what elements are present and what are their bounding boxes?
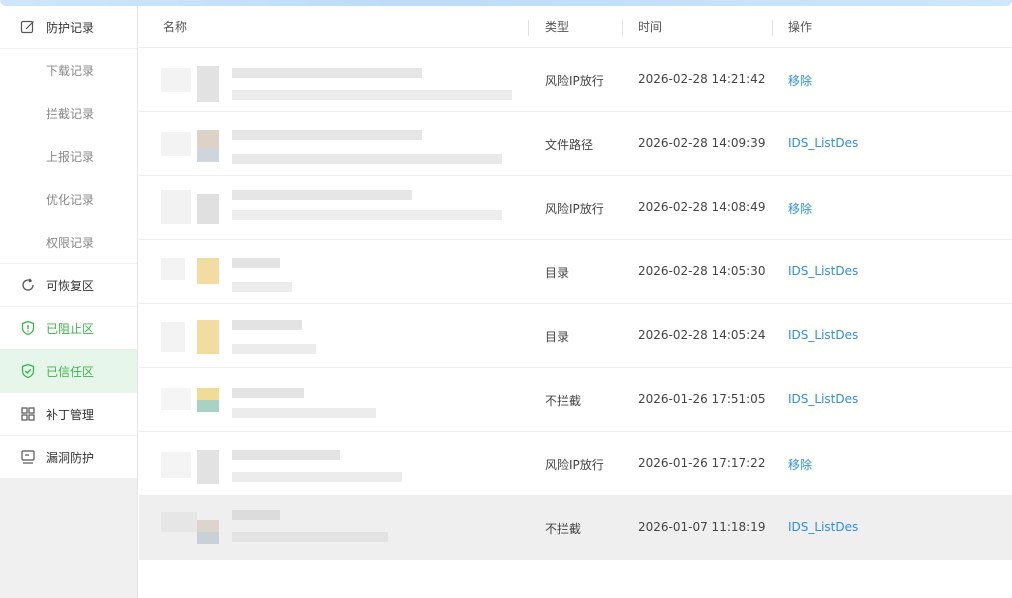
sidebar-item-label: 漏洞防护 bbox=[46, 450, 95, 465]
sidebar-list: 防护记录 下载记录 拦截记录 上报记录 优化记录 权限记录 可恢复区 已阻止区 bbox=[0, 6, 137, 479]
sidebar: 防护记录 下载记录 拦截记录 上报记录 优化记录 权限记录 可恢复区 已阻止区 bbox=[0, 6, 138, 598]
redacted-name-cell bbox=[139, 176, 527, 240]
table-row[interactable]: 目录 2026-02-28 14:05:30 IDS_ListDes bbox=[139, 240, 1012, 304]
row-type: 不拦截 bbox=[545, 394, 582, 408]
redacted-name-cell bbox=[139, 304, 527, 368]
sidebar-item-trusted[interactable]: 已信任区 bbox=[0, 350, 137, 393]
row-time: 2026-02-28 14:21:42 bbox=[638, 72, 766, 86]
main-content: 名称 类型 时间 操作 风险IP放行 2026-02-28 14:21:42 移… bbox=[139, 6, 1012, 598]
table-row-selected[interactable]: 不拦截 2026-01-07 11:18:19 IDS_ListDes bbox=[139, 496, 1012, 560]
sidebar-item-label: 补丁管理 bbox=[46, 407, 95, 422]
shield-alert-icon bbox=[20, 320, 36, 336]
row-type: 文件路径 bbox=[545, 138, 594, 152]
sidebar-item-label: 上报记录 bbox=[46, 150, 95, 164]
row-type: 不拦截 bbox=[545, 522, 582, 536]
refresh-icon bbox=[20, 277, 36, 293]
sidebar-item-label: 拦截记录 bbox=[46, 107, 95, 121]
column-divider bbox=[772, 20, 773, 36]
sidebar-item-recoverable[interactable]: 可恢复区 bbox=[0, 264, 137, 307]
column-header-name: 名称 bbox=[163, 20, 188, 34]
sidebar-item-report-log[interactable]: 上报记录 bbox=[0, 135, 137, 178]
sidebar-item-patch-management[interactable]: 补丁管理 bbox=[0, 393, 137, 436]
table-row[interactable]: 不拦截 2026-01-26 17:51:05 IDS_ListDes bbox=[139, 368, 1012, 432]
row-type: 风险IP放行 bbox=[545, 202, 604, 216]
action-link[interactable]: IDS_ListDes bbox=[788, 392, 858, 406]
redacted-name-cell bbox=[139, 496, 527, 560]
remove-link[interactable]: 移除 bbox=[788, 456, 812, 473]
redacted-name-cell bbox=[139, 240, 527, 304]
table-row[interactable]: 风险IP放行 2026-02-28 14:21:42 移除 bbox=[139, 48, 1012, 112]
row-time: 2026-02-28 14:05:24 bbox=[638, 328, 766, 342]
row-type: 目录 bbox=[545, 266, 570, 280]
row-type: 风险IP放行 bbox=[545, 74, 604, 88]
column-header-action: 操作 bbox=[788, 20, 813, 34]
table-row[interactable]: 风险IP放行 2026-02-28 14:08:49 移除 bbox=[139, 176, 1012, 240]
sidebar-item-label: 下载记录 bbox=[46, 64, 95, 78]
edit-icon bbox=[20, 19, 36, 35]
shield-check-icon bbox=[20, 363, 36, 379]
sidebar-item-vulnerability-protection[interactable]: 漏洞防护 bbox=[0, 436, 137, 479]
sidebar-item-optimize-log[interactable]: 优化记录 bbox=[0, 178, 137, 221]
row-time: 2026-02-28 14:09:39 bbox=[638, 136, 766, 150]
table-header: 名称 类型 时间 操作 bbox=[139, 6, 1012, 48]
row-time: 2026-02-28 14:08:49 bbox=[638, 200, 766, 214]
action-link[interactable]: IDS_ListDes bbox=[788, 328, 858, 342]
remove-link[interactable]: 移除 bbox=[788, 200, 812, 217]
table-row[interactable]: 文件路径 2026-02-28 14:09:39 IDS_ListDes bbox=[139, 112, 1012, 176]
row-time: 2026-01-26 17:17:22 bbox=[638, 456, 766, 470]
action-link[interactable]: IDS_ListDes bbox=[788, 520, 858, 534]
redacted-name-cell bbox=[139, 112, 527, 176]
sidebar-item-permission-log[interactable]: 权限记录 bbox=[0, 221, 137, 264]
sidebar-item-block-log[interactable]: 拦截记录 bbox=[0, 92, 137, 135]
remove-link[interactable]: 移除 bbox=[788, 72, 812, 89]
sidebar-item-blocked[interactable]: 已阻止区 bbox=[0, 307, 137, 350]
sidebar-item-protection-log[interactable]: 防护记录 bbox=[0, 6, 137, 49]
sidebar-item-label: 可恢复区 bbox=[46, 278, 95, 293]
row-type: 风险IP放行 bbox=[545, 458, 604, 472]
row-time: 2026-01-07 11:18:19 bbox=[638, 520, 766, 534]
sidebar-item-label: 优化记录 bbox=[46, 193, 95, 207]
column-header-time: 时间 bbox=[638, 20, 663, 34]
sidebar-item-label: 防护记录 bbox=[46, 20, 95, 35]
sidebar-item-label: 已阻止区 bbox=[46, 321, 95, 336]
action-link[interactable]: IDS_ListDes bbox=[788, 264, 858, 278]
redacted-name-cell bbox=[139, 368, 527, 432]
table-row[interactable]: 目录 2026-02-28 14:05:24 IDS_ListDes bbox=[139, 304, 1012, 368]
row-time: 2026-01-26 17:51:05 bbox=[638, 392, 766, 406]
sidebar-item-label: 已信任区 bbox=[46, 364, 95, 379]
sidebar-item-download-log[interactable]: 下载记录 bbox=[0, 49, 137, 92]
redacted-name-cell bbox=[139, 48, 527, 112]
sidebar-item-label: 权限记录 bbox=[46, 235, 95, 250]
column-divider bbox=[622, 20, 623, 36]
column-header-type: 类型 bbox=[545, 20, 570, 34]
action-link[interactable]: IDS_ListDes bbox=[788, 136, 858, 150]
row-type: 目录 bbox=[545, 330, 570, 344]
monitor-icon bbox=[20, 449, 36, 465]
table-row[interactable]: 风险IP放行 2026-01-26 17:17:22 移除 bbox=[139, 432, 1012, 496]
row-time: 2026-02-28 14:05:30 bbox=[638, 264, 766, 278]
redacted-name-cell bbox=[139, 432, 527, 496]
column-divider bbox=[528, 20, 529, 36]
grid-icon bbox=[20, 406, 36, 422]
